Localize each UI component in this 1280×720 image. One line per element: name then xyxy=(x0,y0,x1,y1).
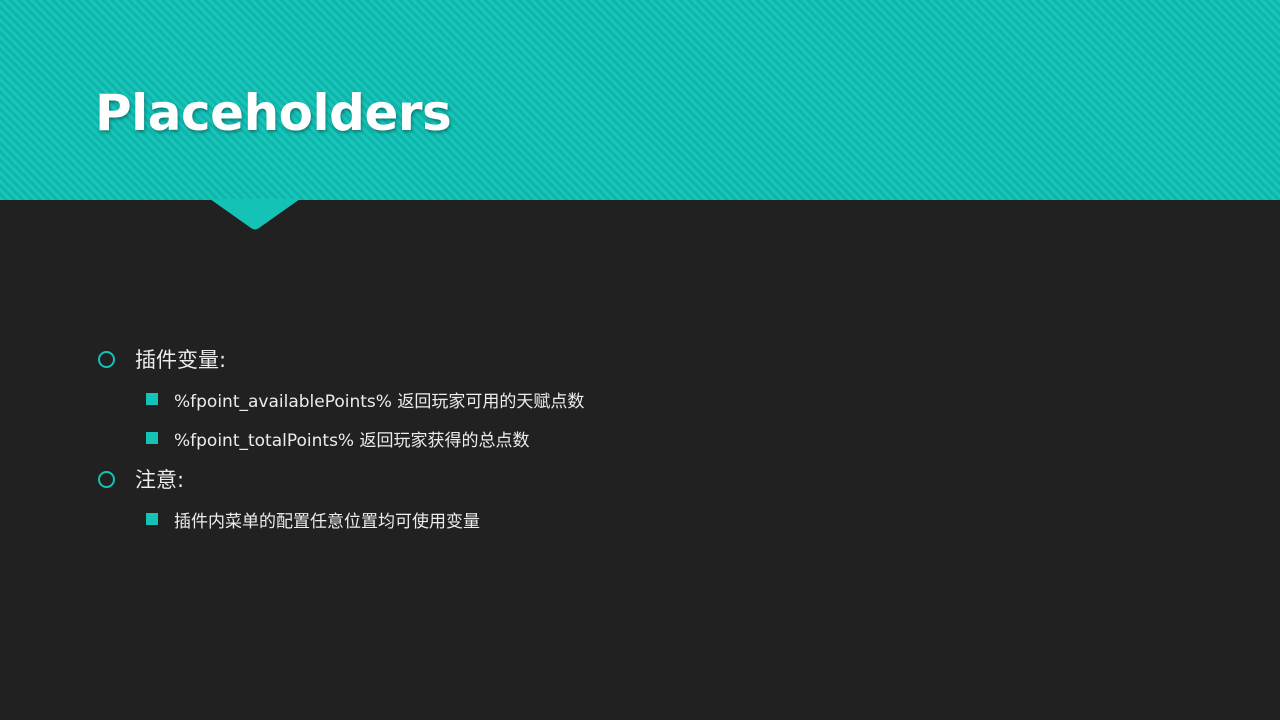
circle-bullet-icon xyxy=(98,350,115,368)
square-bullet-icon xyxy=(146,432,158,444)
bullet-text: %fpoint_availablePoints% 返回玩家可用的天赋点数 xyxy=(174,391,585,412)
bullet-text: 插件变量: xyxy=(135,348,227,372)
square-bullet-icon xyxy=(146,393,158,405)
list-item: %fpoint_availablePoints% 返回玩家可用的天赋点数 xyxy=(146,386,584,412)
bullet-list: 插件变量: %fpoint_availablePoints% 返回玩家可用的天赋… xyxy=(0,0,1280,720)
list-item: 注意: xyxy=(98,464,184,494)
bullet-text: 注意: xyxy=(135,468,185,492)
slide: Placeholders 插件变量: %fpoint_availablePoin… xyxy=(0,0,1280,720)
bullet-text: 插件内菜单的配置任意位置均可使用变量 xyxy=(174,511,480,532)
list-item: 插件变量: xyxy=(98,344,226,374)
circle-bullet-icon xyxy=(98,470,115,488)
list-item: 插件内菜单的配置任意位置均可使用变量 xyxy=(146,506,480,532)
bullet-text: %fpoint_totalPoints% 返回玩家获得的总点数 xyxy=(174,430,530,451)
square-bullet-icon xyxy=(146,513,158,525)
list-item: %fpoint_totalPoints% 返回玩家获得的总点数 xyxy=(146,425,530,451)
